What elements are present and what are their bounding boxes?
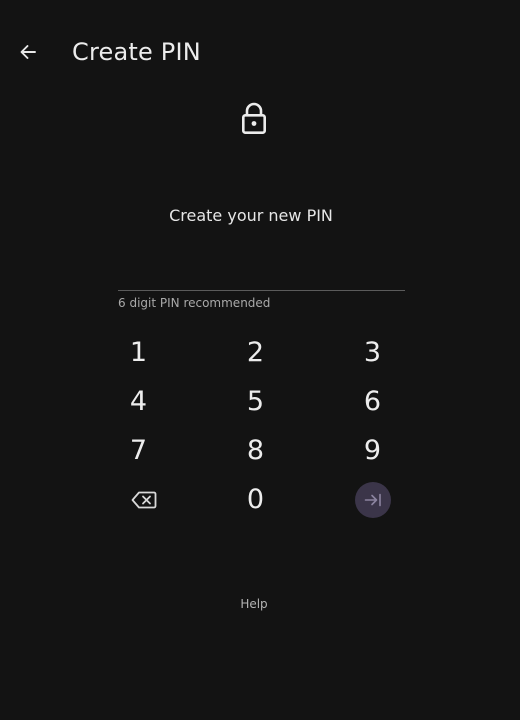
arrow-to-right-icon — [364, 493, 381, 506]
app-header: Create PIN — [0, 0, 520, 104]
key-4[interactable]: 4 — [80, 377, 197, 426]
key-label: 4 — [129, 386, 148, 417]
pin-prompt: Create your new PIN — [169, 206, 333, 225]
key-2[interactable]: 2 — [197, 328, 314, 377]
key-5[interactable]: 5 — [197, 377, 314, 426]
key-8[interactable]: 8 — [197, 426, 314, 475]
arrow-left-icon — [20, 45, 36, 59]
key-label: 6 — [363, 386, 382, 417]
number-keypad: 1 2 3 4 5 6 7 8 9 0 — [80, 328, 432, 524]
key-label: 9 — [363, 435, 382, 466]
backspace-icon — [131, 491, 156, 508]
lock-icon — [240, 101, 268, 135]
key-3[interactable]: 3 — [314, 328, 431, 377]
key-9[interactable]: 9 — [314, 426, 431, 475]
key-label: 5 — [246, 386, 265, 417]
back-button[interactable] — [14, 38, 42, 66]
key-7[interactable]: 7 — [80, 426, 197, 475]
key-label: 8 — [246, 435, 265, 466]
key-0[interactable]: 0 — [197, 475, 314, 524]
key-label: 3 — [363, 337, 382, 368]
key-label: 2 — [246, 337, 265, 368]
key-label: 0 — [246, 484, 265, 515]
key-label: 7 — [129, 435, 148, 466]
pin-hint: 6 digit PIN recommended — [118, 296, 271, 310]
key-label: 1 — [129, 337, 148, 368]
submit-pin-button[interactable] — [314, 475, 431, 524]
key-6[interactable]: 6 — [314, 377, 431, 426]
submit-button-circle — [354, 481, 391, 518]
page-title: Create PIN — [72, 38, 201, 66]
pin-input[interactable] — [118, 242, 405, 291]
help-link[interactable]: Help — [0, 596, 508, 612]
key-1[interactable]: 1 — [80, 328, 197, 377]
backspace-button[interactable] — [80, 475, 197, 524]
